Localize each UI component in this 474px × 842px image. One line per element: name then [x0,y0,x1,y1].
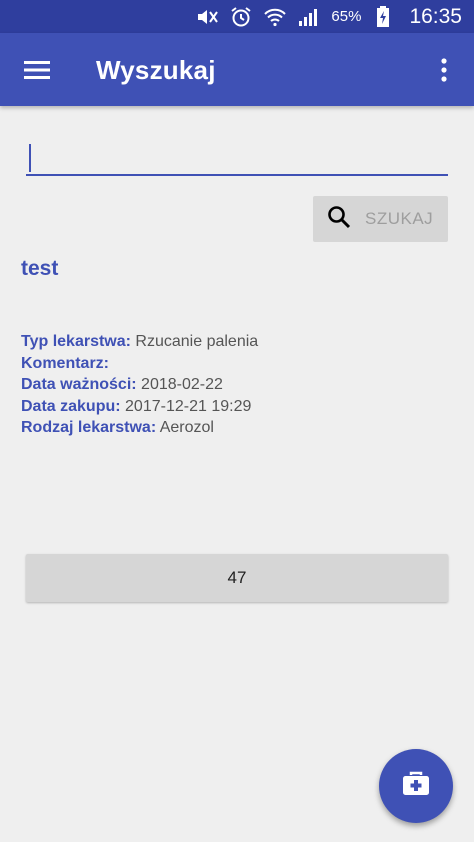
text-caret [29,144,31,172]
detail-row: Komentarz: [21,353,258,375]
app-bar: Wyszukaj [0,33,474,106]
detail-row: Rodzaj lekarstwa: Aerozol [21,417,258,439]
hamburger-icon[interactable] [18,53,56,87]
status-time: 16:35 [409,4,462,28]
search-button[interactable]: SZUKAJ [313,196,448,242]
detail-value: Rzucanie palenia [135,333,259,350]
detail-label: Komentarz: [21,354,110,372]
medical-kit-add-icon [402,771,430,802]
battery-percentage: 65% [331,8,362,25]
search-button-label: SZUKAJ [365,209,434,228]
count-button[interactable]: 47 [26,554,448,602]
result-details: Typ lekarstwa: Rzucanie palenia Komentar… [21,331,258,439]
detail-row: Typ lekarstwa: Rzucanie palenia [21,331,258,353]
add-medicine-fab[interactable] [379,749,453,823]
page-title: Wyszukaj [96,55,216,85]
detail-value: 2017-12-21 19:29 [125,397,252,415]
more-vert-icon[interactable] [432,53,456,87]
detail-row: Data ważności: 2018-02-22 [21,374,258,396]
search-input[interactable] [26,140,448,176]
wifi-icon [263,5,287,29]
detail-label: Rodzaj lekarstwa: [21,419,157,436]
status-bar: 65% 16:35 [0,0,474,33]
detail-label: Data ważności: [21,376,137,393]
alarm-icon [229,5,253,29]
signal-icon [297,5,321,29]
detail-value: Aerozol [159,419,214,436]
mute-icon [195,5,219,29]
detail-label: Typ lekarstwa: [21,333,131,350]
result-name: test [21,257,59,280]
battery-charging-icon [371,5,395,29]
detail-value: 2018-02-22 [141,376,223,393]
search-icon [327,205,351,234]
detail-label: Data zakupu: [21,397,121,415]
detail-row: Data zakupu: 2017-12-21 19:29 [21,396,258,418]
